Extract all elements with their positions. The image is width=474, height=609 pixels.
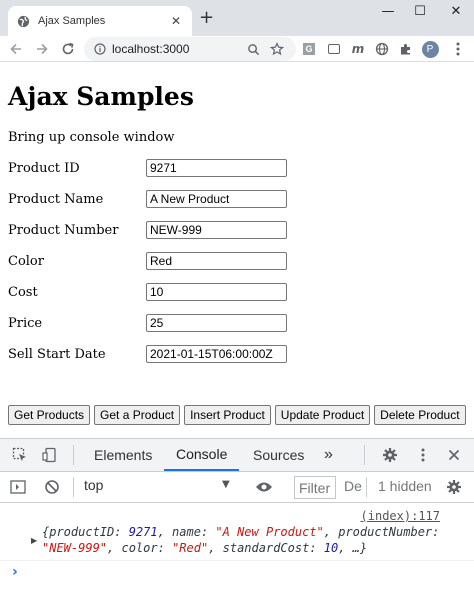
- devtools-tab-bar: Elements Console Sources »: [0, 439, 474, 472]
- address-bar[interactable]: localhost:3000: [84, 37, 296, 61]
- field-sell-start-date: Sell Start Date: [8, 345, 308, 365]
- info-icon[interactable]: [94, 40, 106, 59]
- zoom-icon[interactable]: [244, 40, 262, 58]
- product-number-input[interactable]: [146, 221, 287, 239]
- product-name-label: Product Name: [8, 192, 104, 207]
- price-input[interactable]: [146, 314, 287, 332]
- cost-label: Cost: [8, 285, 38, 300]
- more-tabs-button[interactable]: »: [324, 439, 333, 471]
- device-toolbar-icon[interactable]: [40, 445, 60, 465]
- sell-start-date-input[interactable]: [146, 345, 287, 363]
- console-prompt[interactable]: ›: [12, 564, 18, 580]
- price-label: Price: [8, 316, 43, 331]
- console-output: (index):117 ▶ {productID: 9271, name: "A…: [0, 503, 474, 609]
- profile-avatar[interactable]: P: [421, 40, 439, 58]
- color-label: Color: [8, 254, 44, 269]
- action-buttons: Get Products Get a Product Insert Produc…: [8, 405, 466, 425]
- reload-icon[interactable]: [58, 39, 78, 59]
- hidden-messages-count: 1 hidden: [378, 478, 432, 494]
- inspect-element-icon[interactable]: [10, 445, 30, 465]
- console-settings-gear-icon[interactable]: [444, 477, 464, 497]
- devtools-menu-icon[interactable]: [413, 445, 433, 465]
- close-tab-icon[interactable]: ✕: [168, 14, 184, 28]
- tab-console[interactable]: Console: [164, 439, 240, 471]
- devtools-panel: Elements Console Sources » top ▼ De 1 hi…: [0, 438, 474, 609]
- close-devtools-icon[interactable]: [444, 445, 464, 465]
- tab-strip: Ajax Samples ✕ + — ☐ ✕: [0, 0, 474, 36]
- get-a-product-button[interactable]: Get a Product: [94, 405, 181, 425]
- expand-object-icon[interactable]: ▶: [31, 536, 37, 545]
- field-product-name: Product Name: [8, 190, 308, 210]
- browser-tab[interactable]: Ajax Samples ✕: [8, 6, 192, 36]
- product-id-input[interactable]: [146, 159, 287, 177]
- source-location-link[interactable]: (index):117: [361, 509, 440, 523]
- show-sidebar-icon[interactable]: [8, 477, 28, 497]
- browser-toolbar: localhost:3000 G m P: [0, 36, 474, 62]
- cost-input[interactable]: [146, 283, 287, 301]
- live-expression-eye-icon[interactable]: [254, 477, 274, 497]
- globe-icon: [16, 14, 30, 28]
- toolbar-divider: [364, 445, 365, 465]
- product-id-label: Product ID: [8, 161, 80, 176]
- field-product-number: Product Number: [8, 221, 308, 241]
- url-text: localhost:3000: [112, 42, 190, 56]
- product-name-input[interactable]: [146, 190, 287, 208]
- delete-product-button[interactable]: Delete Product: [374, 405, 466, 425]
- toolbar-divider: [73, 477, 74, 497]
- context-selector[interactable]: top: [84, 477, 103, 493]
- instruction-text: Bring up console window: [8, 130, 175, 145]
- globe-extension-icon[interactable]: [373, 40, 391, 58]
- minimize-button[interactable]: —: [378, 4, 398, 19]
- bookmark-star-icon[interactable]: [268, 40, 286, 58]
- product-number-label: Product Number: [8, 223, 119, 238]
- toolbar-divider: [366, 477, 367, 497]
- page-title: Ajax Samples: [8, 82, 194, 111]
- back-icon[interactable]: [6, 39, 26, 59]
- clear-console-icon[interactable]: [42, 477, 62, 497]
- maximize-button[interactable]: ☐: [410, 4, 430, 19]
- tab-elements[interactable]: Elements: [94, 439, 152, 471]
- browser-menu-icon[interactable]: [449, 40, 467, 58]
- log-divider: [0, 560, 474, 561]
- console-filter-input[interactable]: [294, 476, 336, 499]
- extension-g-icon[interactable]: G: [300, 40, 318, 58]
- extension-square-icon[interactable]: [325, 40, 343, 58]
- field-product-id: Product ID: [8, 159, 308, 179]
- field-price: Price: [8, 314, 308, 334]
- field-cost: Cost: [8, 283, 308, 303]
- forward-icon[interactable]: [32, 39, 52, 59]
- tab-sources[interactable]: Sources: [253, 439, 304, 471]
- log-levels-dropdown[interactable]: De: [344, 478, 362, 494]
- color-input[interactable]: [146, 252, 287, 270]
- extension-m-icon[interactable]: m: [349, 40, 367, 58]
- console-toolbar: top ▼ De 1 hidden: [0, 472, 474, 503]
- sell-start-date-label: Sell Start Date: [8, 347, 106, 362]
- field-color: Color: [8, 252, 308, 272]
- console-log-message[interactable]: {productID: 9271, name: "A New Product",…: [42, 524, 452, 556]
- update-product-button[interactable]: Update Product: [274, 405, 371, 425]
- close-window-button[interactable]: ✕: [446, 4, 466, 19]
- get-products-button[interactable]: Get Products: [8, 405, 91, 425]
- new-tab-button[interactable]: +: [199, 9, 214, 27]
- dropdown-arrow-icon[interactable]: ▼: [222, 479, 230, 490]
- toolbar-divider: [73, 445, 74, 465]
- settings-gear-icon[interactable]: [380, 445, 400, 465]
- extensions-puzzle-icon[interactable]: [397, 40, 415, 58]
- tab-title: Ajax Samples: [38, 15, 106, 27]
- page-content: Ajax Samples Bring up console window Pro…: [0, 62, 474, 438]
- insert-product-button[interactable]: Insert Product: [184, 405, 271, 425]
